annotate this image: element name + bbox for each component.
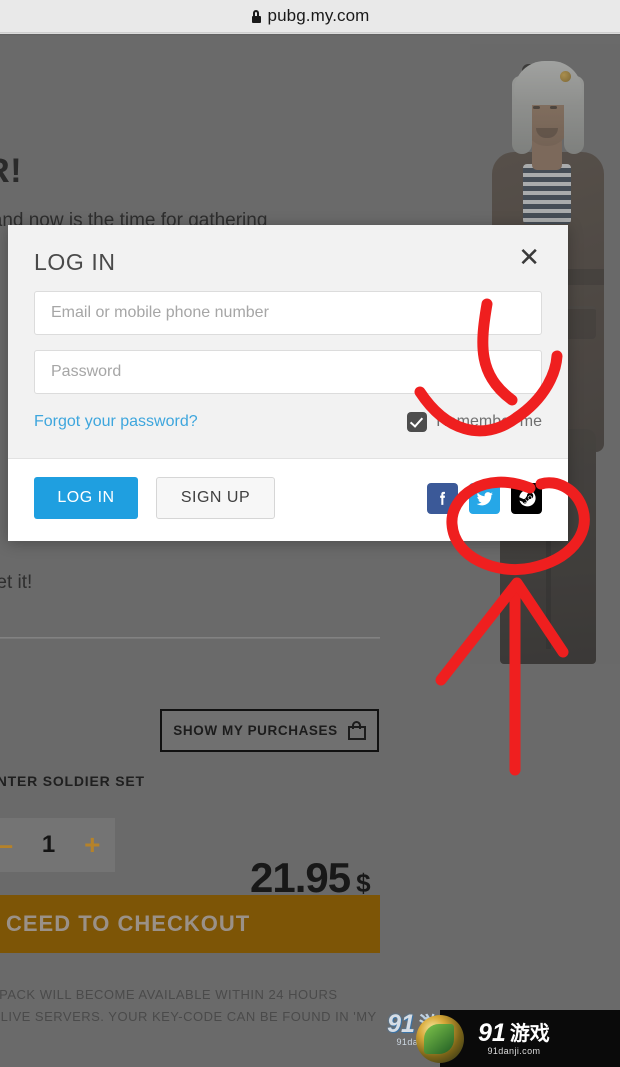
checkbox-checked-icon[interactable] (407, 412, 428, 432)
watermark-badge-domain: 91danji.com (487, 1046, 541, 1056)
page-content: ER! ason, and now is the time for gather… (0, 34, 620, 1067)
quantity-value: 1 (41, 831, 56, 858)
watermark-badge: 91 游戏 91danji.com (416, 1010, 620, 1067)
ushanka-hat (514, 61, 582, 105)
password-input[interactable] (34, 350, 542, 394)
facebook-icon[interactable] (427, 482, 458, 514)
shopping-bag-icon (347, 721, 366, 740)
watermark-badge-logo-row: 91 游戏 (478, 1021, 550, 1046)
remember-me-label: Remember me (436, 413, 542, 430)
hat-flap-right (564, 76, 584, 154)
watermark-badge-number: 91 (478, 1019, 506, 1047)
login-button[interactable]: LOG IN (34, 477, 138, 519)
watermark-badge-chinese: 游戏 (509, 1022, 550, 1045)
watermark-badge-logo-icon (416, 1014, 464, 1063)
login-modal-title: LOG IN (34, 249, 116, 275)
fineprint-text: HE PACK WILL BECOME AVAILABLE WITHIN 24 … (0, 984, 377, 1028)
page-paragraph-secondary: o get it! (0, 572, 33, 593)
fineprint-line-1: HE PACK WILL BECOME AVAILABLE WITHIN 24 … (0, 987, 338, 1002)
login-modal-upper-section: LOG IN ✕ Forgot your password? Remember … (8, 225, 568, 459)
forgot-password-link[interactable]: Forgot your password? (34, 413, 198, 431)
page-heading: ER! (0, 152, 23, 190)
browser-address-bar[interactable]: pubg.my.com (0, 0, 620, 32)
remember-me-checkbox[interactable]: Remember me (407, 412, 542, 432)
quantity-decrease-button[interactable]: – (0, 831, 13, 859)
proceed-to-checkout-label: CEED TO CHECKOUT (6, 911, 251, 936)
watermark-number: 91 (387, 1010, 415, 1038)
quantity-increase-button[interactable]: + (84, 831, 100, 859)
section-divider (0, 637, 380, 639)
url-text: pubg.my.com (267, 6, 370, 25)
fineprint-line-2: ON LIVE SERVERS. YOUR KEY-CODE CAN BE FO… (0, 1009, 377, 1024)
login-modal: LOG IN ✕ Forgot your password? Remember … (8, 225, 568, 541)
hat-flap-left (512, 76, 532, 154)
hat-badge-icon (560, 71, 571, 82)
hat-flap-dark (522, 64, 540, 136)
url-container[interactable]: pubg.my.com (251, 6, 370, 26)
show-my-purchases-label: SHOW MY PURCHASES (173, 723, 338, 738)
login-options-row: Forgot your password? Remember me (34, 412, 542, 432)
character-striped-shirt (523, 164, 571, 224)
proceed-to-checkout-button[interactable]: CEED TO CHECKOUT (0, 895, 380, 953)
login-modal-footer: LOG IN SIGN UP (8, 459, 568, 541)
login-modal-header: LOG IN ✕ (34, 244, 542, 276)
watermark-badge-text: 91 游戏 91danji.com (478, 1021, 550, 1057)
social-login-group (427, 482, 542, 514)
steam-icon[interactable] (511, 482, 542, 514)
twitter-icon[interactable] (469, 482, 500, 514)
character-face (526, 84, 568, 146)
lock-icon (251, 9, 262, 23)
character-neck (532, 136, 562, 170)
email-or-phone-input[interactable] (34, 291, 542, 335)
quantity-stepper[interactable]: – 1 + (0, 818, 115, 872)
sign-up-button[interactable]: SIGN UP (156, 477, 275, 519)
close-icon[interactable]: ✕ (516, 244, 542, 270)
show-my-purchases-button[interactable]: SHOW MY PURCHASES (160, 709, 379, 752)
product-title: WINTER SOLDIER SET (0, 773, 145, 789)
